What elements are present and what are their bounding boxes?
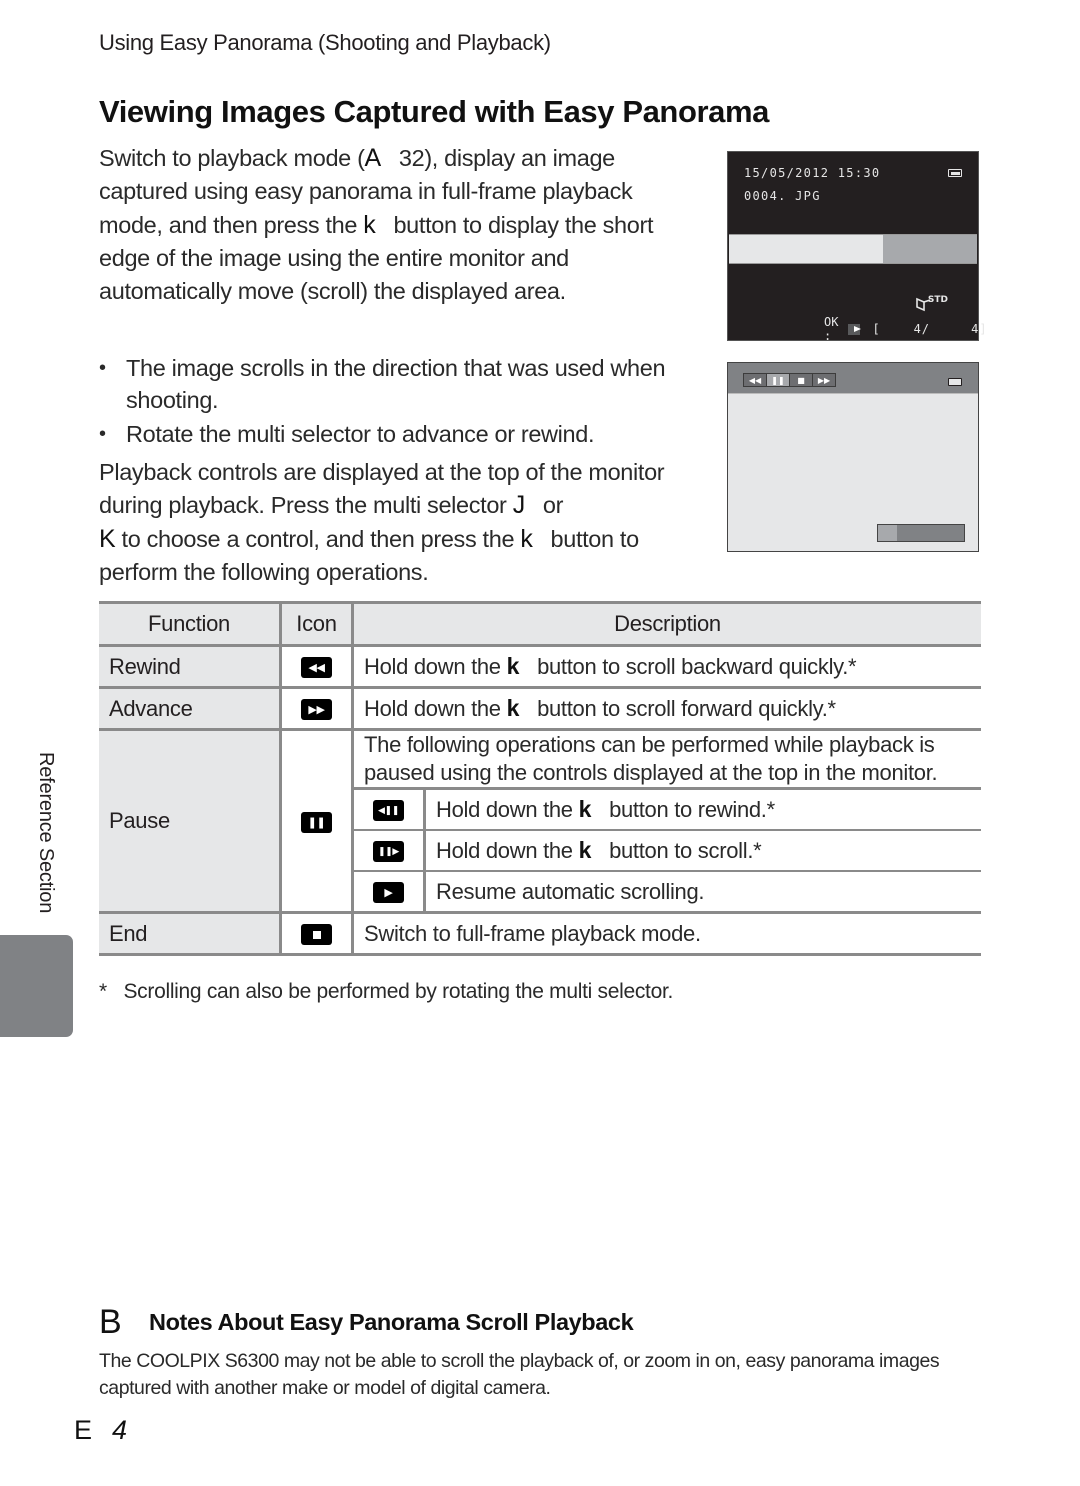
pause-icon: ❚❚ [301,811,332,833]
table-row: Pause ❚❚ The following operations can be… [99,728,981,914]
controls-paragraph: Playback controls are displayed at the t… [99,459,665,585]
column-header-icon: Icon [280,601,354,647]
table-row: Rewind ◀◀ Hold down the k button to scrol… [99,644,981,689]
section-side-label: Reference Section [35,752,57,914]
description: Switch to full-frame playback mode. [352,911,981,956]
reference-symbol: A [364,144,382,172]
intro-paragraph: Switch to playback mode (A 32), display a… [99,144,654,305]
rewind-icon: ◀◀ [301,657,332,679]
ok-button-symbol: k [506,695,520,721]
stop-icon[interactable]: ■ [790,374,812,386]
ok-button-symbol: k [363,210,376,239]
function-name: Advance [99,686,282,731]
footnote: * Scrolling can also be performed by rot… [99,980,674,1003]
section-tab [0,935,73,1037]
note-title: Notes About Easy Panorama Scroll Playbac… [149,1309,634,1335]
reference-section-icon: E [74,1415,93,1445]
rewind-icon[interactable]: ◀◀ [744,374,766,386]
ok-button-symbol: k [520,524,533,553]
step-forward-icon: ❚❚▶ [373,841,404,863]
description: Hold down the k button to scroll forward … [352,686,981,731]
caution-icon: B [99,1303,122,1341]
table-header-row: Function Icon Description [99,601,981,647]
camera-screen-scroll-playback: ◀◀ ❚❚ ■ ▶▶ [727,362,979,552]
description: Hold down the k button to rewind.* [424,787,981,831]
note-heading: B Notes About Easy Panorama Scroll Playb… [99,1303,634,1342]
ok-button-symbol: k [578,796,592,822]
battery-icon [948,169,962,177]
battery-icon [948,378,962,386]
advance-icon[interactable]: ▶▶ [813,374,835,386]
advance-icon: ▶▶ [301,699,332,721]
column-header-description: Description [352,601,981,647]
ok-button-symbol: k [506,653,520,679]
column-header-function: Function [99,601,282,647]
ok-button-symbol: k [578,837,592,863]
table-row: Advance ▶▶ Hold down the k button to scro… [99,686,981,731]
description: The following operations can be performe… [352,728,981,790]
note-text: The COOLPIX S6300 may not be able to scr… [99,1350,940,1399]
bullet-list: The image scrolls in the direction that … [99,353,699,454]
playback-controls: ◀◀ ❚❚ ■ ▶▶ [743,373,836,387]
function-name: Pause [99,728,282,914]
panorama-image [729,234,977,264]
date-time: 15/05/2012 15:30 [744,166,881,180]
function-name: End [99,911,282,956]
description: Hold down the k button to scroll backward… [352,644,981,689]
panorama-dark-area [882,235,977,263]
panorama-std-icon: STD [916,295,960,315]
play-icon [848,323,862,335]
playback-control-bar: ◀◀ ❚❚ ■ ▶▶ [728,363,978,394]
multi-selector-right-symbol: K [99,524,116,553]
scroll-position-indicator [877,524,965,542]
ok-play-hint: OK : [ 4/ 4] [824,315,988,343]
page-number: E4 [74,1415,128,1445]
camera-screen-full-frame: 15/05/2012 15:30 0004. JPG STD OK : [ 4/… [727,151,987,343]
stop-icon [301,924,332,946]
multi-selector-left-symbol: J [512,491,526,520]
function-name: Rewind [99,644,282,689]
description: Hold down the k button to scroll.* [424,829,981,872]
running-head: Using Easy Panorama (Shooting and Playba… [99,30,551,55]
play-icon: ▶ [373,882,404,904]
list-item: The image scrolls in the direction that … [99,353,699,416]
table-row: End Switch to full-frame playback mode. [99,911,981,956]
scroll-position-fill [878,525,897,541]
description: Resume automatic scrolling. [424,870,981,914]
step-back-icon: ◀❚❚ [373,800,404,822]
panorama-light-area [729,235,883,263]
image-counter: [ 4/ 4] [872,322,988,336]
file-name: 0004. JPG [744,189,821,203]
pause-icon[interactable]: ❚❚ [767,374,789,386]
page-title: Viewing Images Captured with Easy Panora… [99,94,770,129]
list-item: Rotate the multi selector to advance or … [99,419,699,451]
operations-table: Function Icon Description Rewind ◀◀ Hold… [99,601,981,956]
